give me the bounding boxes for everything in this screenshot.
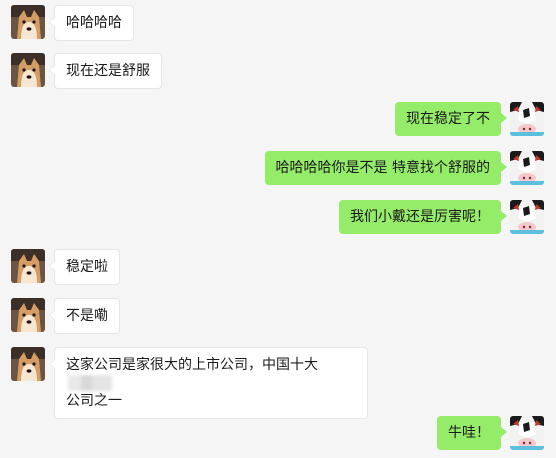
message-text-line: 公司之一 (66, 393, 122, 409)
cow-avatar[interactable] (510, 151, 544, 185)
chat-message-incoming: 不是嘞 (11, 298, 120, 334)
shiba-dog-avatar[interactable] (11, 249, 45, 283)
message-bubble[interactable]: 我们小戴还是厉害呢！ (339, 200, 507, 234)
message-bubble[interactable]: 牛哇！ (437, 416, 507, 450)
cow-avatar[interactable] (510, 102, 544, 136)
message-bubble[interactable]: 哈哈哈哈你是不是 特意找个舒服的 (264, 151, 508, 185)
message-bubble[interactable]: 现在稳定了不 (395, 102, 507, 136)
chat-message-outgoing: 牛哇！ (437, 416, 544, 450)
message-text-line: 这家公司是家很大的上市公司，中国十大 (66, 357, 318, 373)
chat-message-outgoing: 我们小戴还是厉害呢！ (339, 200, 544, 234)
cow-avatar[interactable] (510, 416, 544, 450)
shiba-dog-avatar[interactable] (11, 53, 45, 87)
chat-message-incoming: 稳定啦 (11, 249, 120, 285)
chat-message-incoming: 这家公司是家很大的上市公司，中国十大 公司之一 (11, 347, 368, 419)
message-bubble[interactable]: 哈哈哈哈 (49, 5, 134, 41)
redacted-text (68, 375, 112, 391)
message-bubble[interactable]: 现在还是舒服 (49, 53, 162, 89)
chat-message-outgoing: 现在稳定了不 (395, 102, 544, 136)
message-bubble[interactable]: 稳定啦 (49, 249, 120, 285)
chat-message-incoming: 现在还是舒服 (11, 53, 162, 89)
message-bubble[interactable]: 不是嘞 (49, 298, 120, 334)
chat-message-outgoing: 哈哈哈哈你是不是 特意找个舒服的 (264, 151, 544, 185)
shiba-dog-avatar[interactable] (11, 298, 45, 332)
shiba-dog-avatar[interactable] (11, 347, 45, 381)
chat-message-incoming: 哈哈哈哈 (11, 5, 134, 41)
shiba-dog-avatar[interactable] (11, 5, 45, 39)
cow-avatar[interactable] (510, 200, 544, 234)
message-bubble[interactable]: 这家公司是家很大的上市公司，中国十大 公司之一 (49, 347, 368, 419)
